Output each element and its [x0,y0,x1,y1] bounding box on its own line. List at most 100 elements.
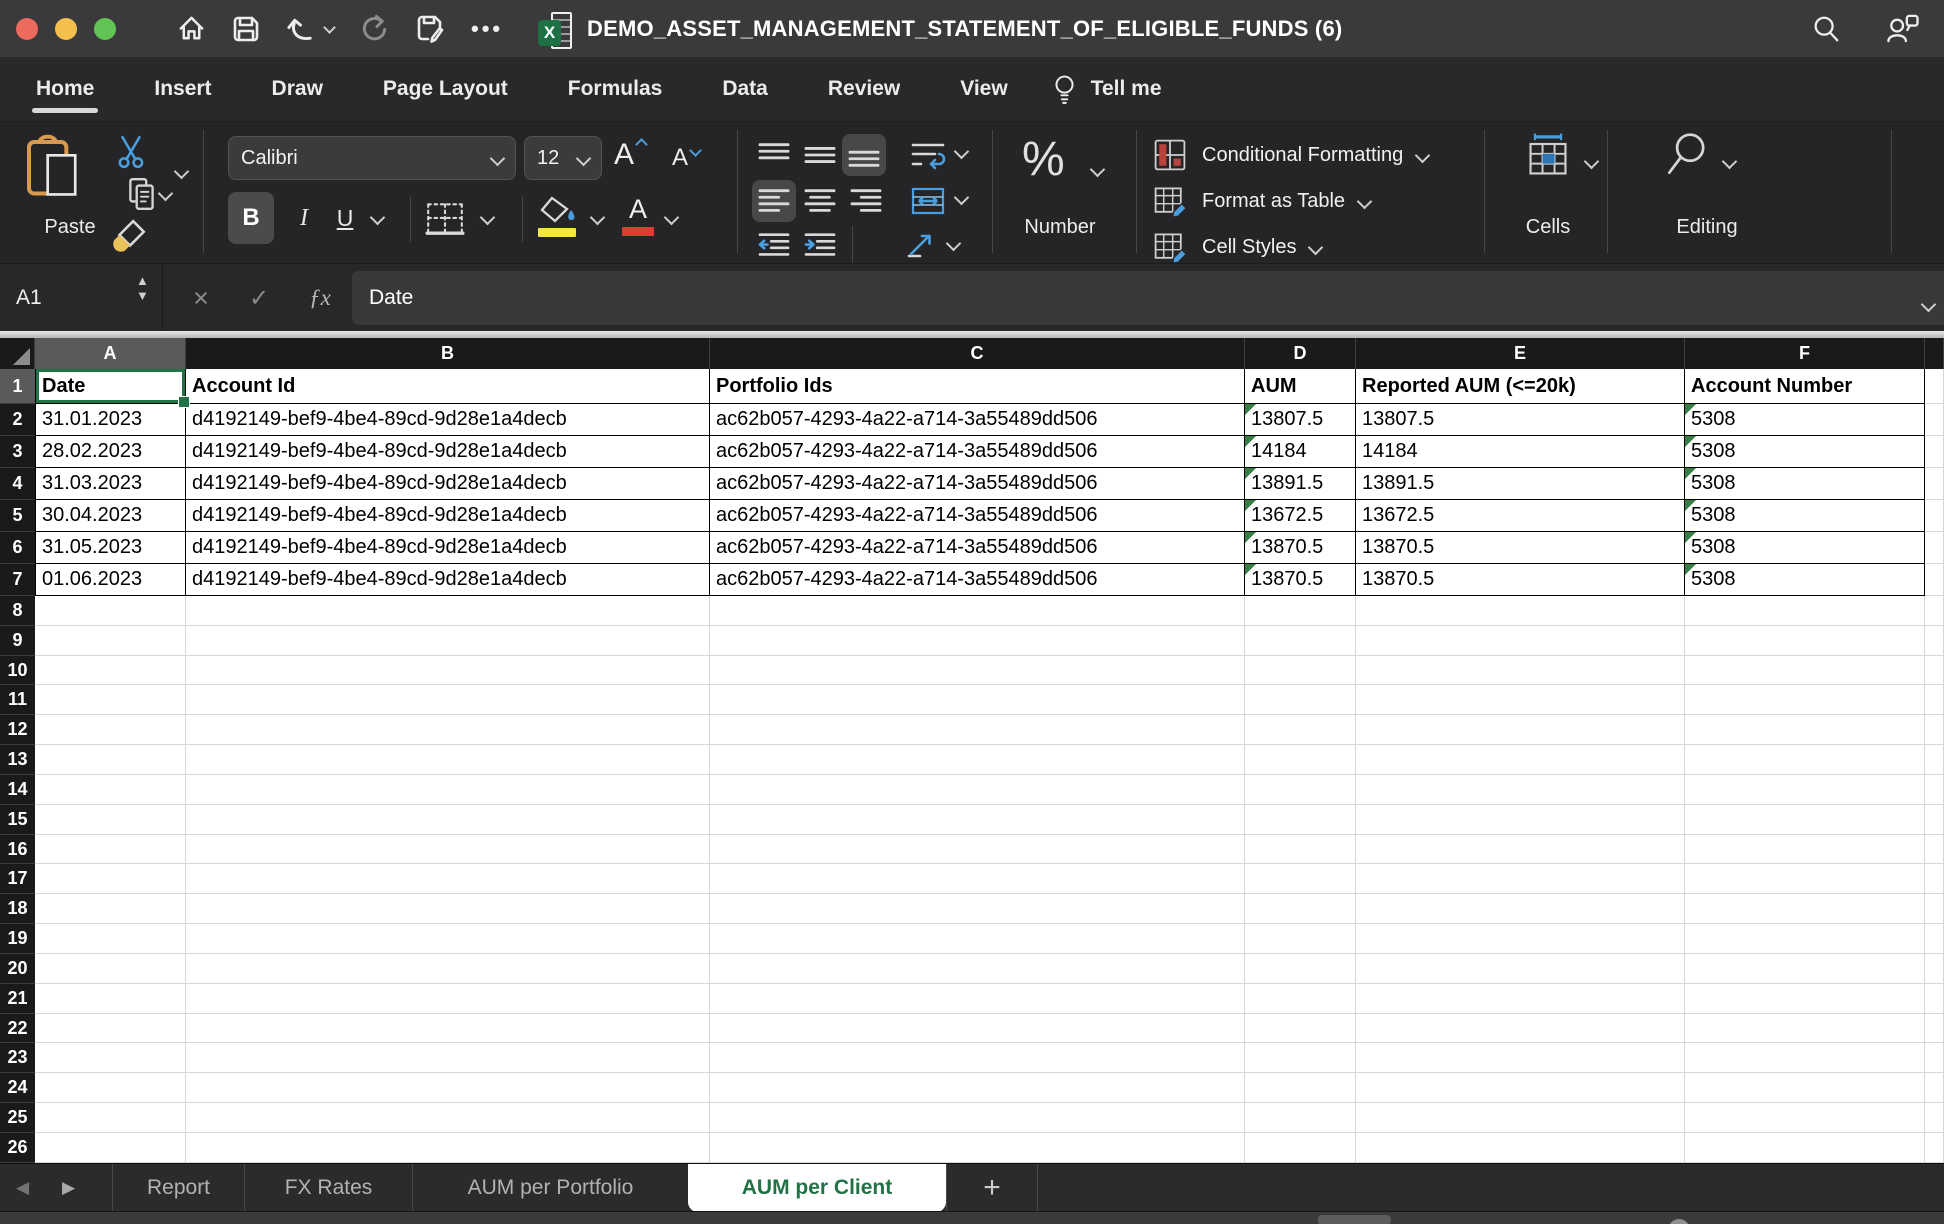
cell-D25[interactable] [1245,1103,1356,1133]
cell-D3[interactable]: 14184 [1245,436,1356,468]
cell-D20[interactable] [1245,954,1356,984]
cell-E9[interactable] [1356,626,1685,656]
name-box-stepper[interactable]: ▲▼ [136,274,149,302]
cell-A18[interactable] [35,894,186,924]
cell-F24[interactable] [1685,1073,1925,1103]
sheet-tab-aum-per-client[interactable]: AUM per Client [688,1164,946,1212]
fill-color-icon[interactable] [538,196,580,237]
cell-G7[interactable] [1925,564,1944,596]
cancel-icon[interactable]: × [186,264,216,332]
cell-G4[interactable] [1925,468,1944,500]
cell-C16[interactable] [710,835,1245,865]
align-right-button[interactable] [844,180,888,222]
cell-A23[interactable] [35,1043,186,1073]
horizontal-scrollbar-thumb[interactable] [1318,1215,1391,1224]
conditional-formatting-button[interactable]: Conditional Formatting [1152,134,1428,176]
row-header-20[interactable]: 20 [0,954,35,984]
cell-A25[interactable] [35,1103,186,1133]
column-header-f[interactable]: F [1685,338,1925,369]
row-header-11[interactable]: 11 [0,685,35,715]
row-header-13[interactable]: 13 [0,745,35,775]
cell-F20[interactable] [1685,954,1925,984]
row-header-26[interactable]: 26 [0,1133,35,1163]
borders-chevron[interactable] [480,210,496,226]
cell-A7[interactable]: 01.06.2023 [35,564,186,596]
cell-D16[interactable] [1245,835,1356,865]
cell-G5[interactable] [1925,500,1944,532]
cell-A10[interactable] [35,656,186,686]
cell-B16[interactable] [186,835,710,865]
cell-D10[interactable] [1245,656,1356,686]
cell-E13[interactable] [1356,745,1685,775]
cell-F10[interactable] [1685,656,1925,686]
cell-C24[interactable] [710,1073,1245,1103]
row-header-6[interactable]: 6 [0,532,35,564]
align-left-button[interactable] [752,180,796,222]
bold-button[interactable]: B [228,192,274,244]
cell-G8[interactable] [1925,596,1944,626]
italic-button[interactable]: I [290,192,318,244]
cell-C17[interactable] [710,864,1245,894]
cell-B14[interactable] [186,775,710,805]
cell-D21[interactable] [1245,984,1356,1014]
cell-F23[interactable] [1685,1043,1925,1073]
row-header-7[interactable]: 7 [0,564,35,596]
underline-chevron[interactable] [370,210,386,226]
cell-E1[interactable]: Reported AUM (<=20k) [1356,369,1685,404]
cell-B9[interactable] [186,626,710,656]
sheet-tab-report[interactable]: Report [112,1164,244,1212]
cell-F22[interactable] [1685,1014,1925,1044]
cell-G17[interactable] [1925,864,1944,894]
scrollbar-knob[interactable] [1668,1219,1690,1224]
cell-E19[interactable] [1356,924,1685,954]
cell-F1[interactable]: Account Number [1685,369,1925,404]
cell-E7[interactable]: 13870.5 [1356,564,1685,596]
cell-D2[interactable]: 13807.5 [1245,404,1356,436]
ribbon-tab-review[interactable]: Review [798,57,930,121]
cell-C23[interactable] [710,1043,1245,1073]
cell-F26[interactable] [1685,1133,1925,1163]
wrap-text-icon[interactable] [906,134,950,176]
copy-dropdown-chevron[interactable] [158,186,174,202]
row-header-21[interactable]: 21 [0,984,35,1014]
cell-B15[interactable] [186,805,710,835]
paste-button[interactable] [24,134,82,198]
row-header-24[interactable]: 24 [0,1073,35,1103]
cell-E4[interactable]: 13891.5 [1356,468,1685,500]
row-header-17[interactable]: 17 [0,864,35,894]
cell-F5[interactable]: 5308 [1685,500,1925,532]
cell-C21[interactable] [710,984,1245,1014]
sheet-nav-right-icon[interactable]: ▶ [62,1164,75,1212]
cell-E16[interactable] [1356,835,1685,865]
column-header-b[interactable]: B [186,338,710,369]
cell-D6[interactable]: 13870.5 [1245,532,1356,564]
formula-input[interactable]: Date [352,271,1944,325]
decrease-indent-icon[interactable] [752,224,796,266]
cell-B1[interactable]: Account Id [186,369,710,404]
cell-A13[interactable] [35,745,186,775]
editing-icon[interactable] [1662,130,1712,180]
row-header-23[interactable]: 23 [0,1043,35,1073]
row-header-25[interactable]: 25 [0,1103,35,1133]
cell-A15[interactable] [35,805,186,835]
align-middle-button[interactable] [798,134,842,176]
cell-E17[interactable] [1356,864,1685,894]
column-header-d[interactable]: D [1245,338,1356,369]
cell-C18[interactable] [710,894,1245,924]
cell-F13[interactable] [1685,745,1925,775]
cells-chevron[interactable] [1584,154,1600,170]
select-all-corner[interactable] [0,338,35,369]
cell-A8[interactable] [35,596,186,626]
cell-G1[interactable] [1925,369,1944,404]
cell-E23[interactable] [1356,1043,1685,1073]
cell-B26[interactable] [186,1133,710,1163]
close-button[interactable] [16,18,38,40]
cell-G25[interactable] [1925,1103,1944,1133]
increase-indent-icon[interactable] [798,224,842,266]
save-icon[interactable] [231,14,261,44]
cell-G26[interactable] [1925,1133,1944,1163]
cell-C15[interactable] [710,805,1245,835]
column-header-g[interactable] [1925,338,1944,369]
people-feedback-icon[interactable] [1884,12,1920,45]
cell-F14[interactable] [1685,775,1925,805]
